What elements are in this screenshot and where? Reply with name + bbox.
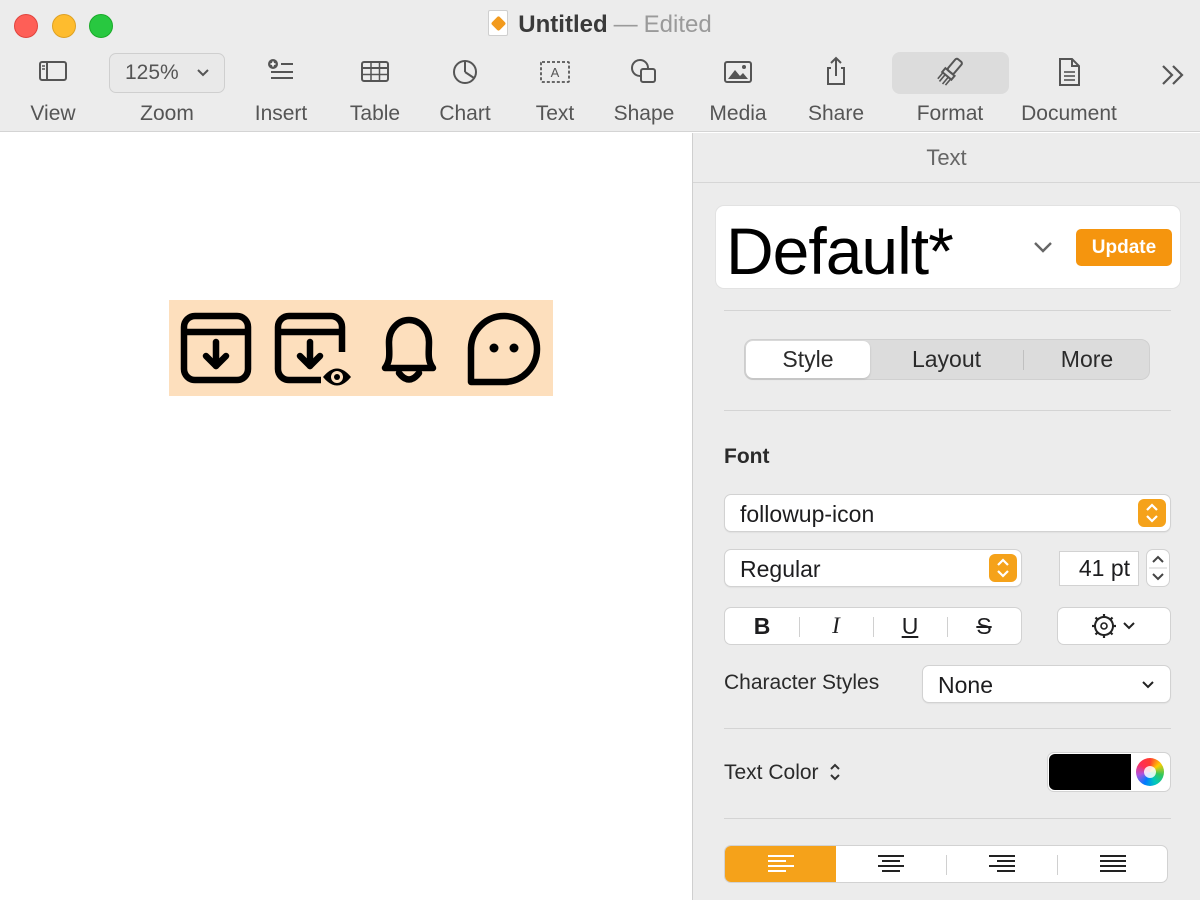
- divider: [724, 310, 1171, 311]
- up-down-chevron-icon: [989, 554, 1017, 582]
- document-canvas[interactable]: [0, 133, 692, 900]
- document-button[interactable]: Document: [1018, 54, 1120, 128]
- font-size-field[interactable]: 41 pt: [1059, 551, 1139, 586]
- tab-more[interactable]: More: [1025, 340, 1149, 379]
- format-button[interactable]: Format: [900, 54, 1000, 128]
- character-styles-select[interactable]: None: [922, 665, 1171, 703]
- bell-icon: [373, 308, 445, 393]
- paragraph-style-name: Default*: [726, 214, 954, 288]
- strikethrough-button[interactable]: S: [947, 608, 1021, 644]
- table-button[interactable]: Table: [340, 54, 410, 128]
- selected-text-highlight[interactable]: [169, 300, 553, 396]
- text-color-label[interactable]: Text Color: [724, 761, 842, 789]
- media-button[interactable]: Media: [700, 54, 776, 128]
- chevron-down-icon[interactable]: [1031, 238, 1055, 263]
- text-color-swatch[interactable]: [1049, 754, 1131, 790]
- up-down-chevron-icon: [1138, 499, 1166, 527]
- tab-style[interactable]: Style: [746, 341, 870, 378]
- paintbrush-icon: [900, 54, 1000, 90]
- archive-download-preview-icon: [273, 308, 359, 397]
- pie-chart-icon: [430, 54, 500, 90]
- svg-text:A: A: [551, 65, 560, 80]
- font-weight-value: Regular: [740, 556, 821, 582]
- character-styles-value: None: [938, 672, 993, 698]
- font-family-value: followup-icon: [740, 501, 875, 527]
- inspector-tabs: Style Layout More: [744, 339, 1150, 380]
- inspector-header: Text: [693, 133, 1200, 183]
- font-size-stepper[interactable]: [1146, 549, 1170, 587]
- document-icon: [488, 10, 509, 36]
- alignment-buttons: [724, 845, 1168, 883]
- align-center-icon: [878, 855, 904, 872]
- divider: [724, 728, 1171, 729]
- window-title: Untitled — Edited: [0, 10, 1200, 40]
- paragraph-style-selector[interactable]: Default* Update: [715, 205, 1181, 289]
- archive-download-icon: [179, 308, 255, 393]
- table-icon: [340, 54, 410, 90]
- underline-button[interactable]: U: [873, 608, 947, 644]
- zoom-label: Zoom: [140, 102, 194, 125]
- insert-icon: [244, 54, 318, 90]
- update-style-button[interactable]: Update: [1076, 229, 1172, 266]
- divider: [724, 410, 1171, 411]
- font-weight-select[interactable]: Regular: [724, 549, 1022, 587]
- format-inspector: Text Default* Update Style Layout More F…: [692, 133, 1200, 900]
- align-center-button[interactable]: [836, 846, 947, 882]
- text-box-icon: A: [520, 54, 590, 90]
- more-toolbar-chevron-icon[interactable]: [1158, 58, 1190, 99]
- document-name: Untitled: [518, 11, 608, 38]
- shape-button[interactable]: Shape: [606, 54, 682, 128]
- document-icon: [1018, 54, 1120, 90]
- edited-status: Edited: [643, 11, 712, 38]
- chevron-down-icon: [1140, 666, 1156, 713]
- justify-icon: [1100, 855, 1126, 872]
- character-styles-label: Character Styles: [724, 671, 880, 694]
- align-right-button[interactable]: [947, 846, 1058, 882]
- zoom-label-wrap: Zoom: [127, 54, 207, 128]
- align-right-icon: [989, 855, 1015, 872]
- chat-bubble-icon: [463, 308, 543, 393]
- view-button[interactable]: View: [14, 54, 92, 128]
- font-section-heading: Font: [724, 445, 770, 468]
- insert-button[interactable]: Insert: [244, 54, 318, 128]
- toolbar: Untitled — Edited View 125% Zoom Insert Ta…: [0, 0, 1200, 132]
- text-button[interactable]: A Text: [520, 54, 590, 128]
- share-button[interactable]: Share: [800, 54, 872, 128]
- advanced-options-button[interactable]: [1057, 607, 1171, 645]
- gear-icon: [1092, 614, 1116, 638]
- align-left-button[interactable]: [725, 846, 836, 882]
- bold-button[interactable]: B: [725, 608, 799, 644]
- italic-button[interactable]: I: [799, 608, 873, 644]
- share-icon: [800, 54, 872, 90]
- font-family-select[interactable]: followup-icon: [724, 494, 1171, 532]
- justify-button[interactable]: [1058, 846, 1167, 882]
- photo-icon: [700, 54, 776, 90]
- align-left-icon: [768, 855, 794, 872]
- text-style-buttons: B I U S: [724, 607, 1022, 645]
- text-color-well[interactable]: [1047, 752, 1171, 792]
- up-down-chevron-icon: [828, 761, 842, 789]
- divider: [724, 818, 1171, 819]
- tab-layout[interactable]: Layout: [875, 340, 1018, 379]
- shape-icon: [606, 54, 682, 90]
- sidebar-view-icon: [14, 54, 92, 90]
- color-wheel-icon[interactable]: [1136, 758, 1164, 786]
- chart-button[interactable]: Chart: [430, 54, 500, 128]
